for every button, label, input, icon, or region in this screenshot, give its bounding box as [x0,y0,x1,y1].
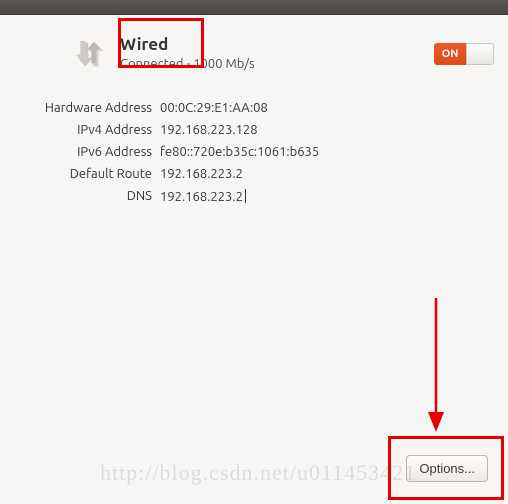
connection-toggle[interactable]: ON [434,43,494,65]
detail-row: IPv6 Address fe80::720e:b35c:1061:b635 [0,145,508,159]
network-panel: Wired Connected - 1000 Mb/s ON Hardware … [0,15,508,204]
watermark-text: http://blog.csdn.net/u011453421 [100,460,416,486]
annotation-arrow [426,296,446,434]
text-cursor [245,189,246,203]
toggle-handle [466,43,494,65]
detail-label: DNS [0,189,160,204]
detail-row: Hardware Address 00:0C:29:E1:AA:08 [0,101,508,115]
detail-label: IPv6 Address [0,145,160,159]
detail-label: IPv4 Address [0,123,160,137]
detail-label: Default Route [0,167,160,181]
detail-value: 192.168.223.2 [160,167,243,181]
detail-value: 192.168.223.2 [160,189,246,204]
connection-details: Hardware Address 00:0C:29:E1:AA:08 IPv4 … [0,101,508,204]
detail-row: DNS 192.168.223.2 [0,189,508,204]
toggle-on-label: ON [434,43,466,65]
detail-row: IPv4 Address 192.168.223.128 [0,123,508,137]
detail-label: Hardware Address [0,101,160,115]
detail-value: 192.168.223.128 [160,123,258,137]
connection-title: Wired [120,35,255,55]
connection-status: Connected - 1000 Mb/s [120,57,255,73]
window-titlebar [0,0,508,15]
detail-row: Default Route 192.168.223.2 [0,167,508,181]
wired-updown-icon [72,35,110,73]
detail-value: 00:0C:29:E1:AA:08 [160,101,268,115]
detail-value: fe80::720e:b35c:1061:b635 [160,145,319,159]
options-button[interactable]: Options... [406,455,488,482]
